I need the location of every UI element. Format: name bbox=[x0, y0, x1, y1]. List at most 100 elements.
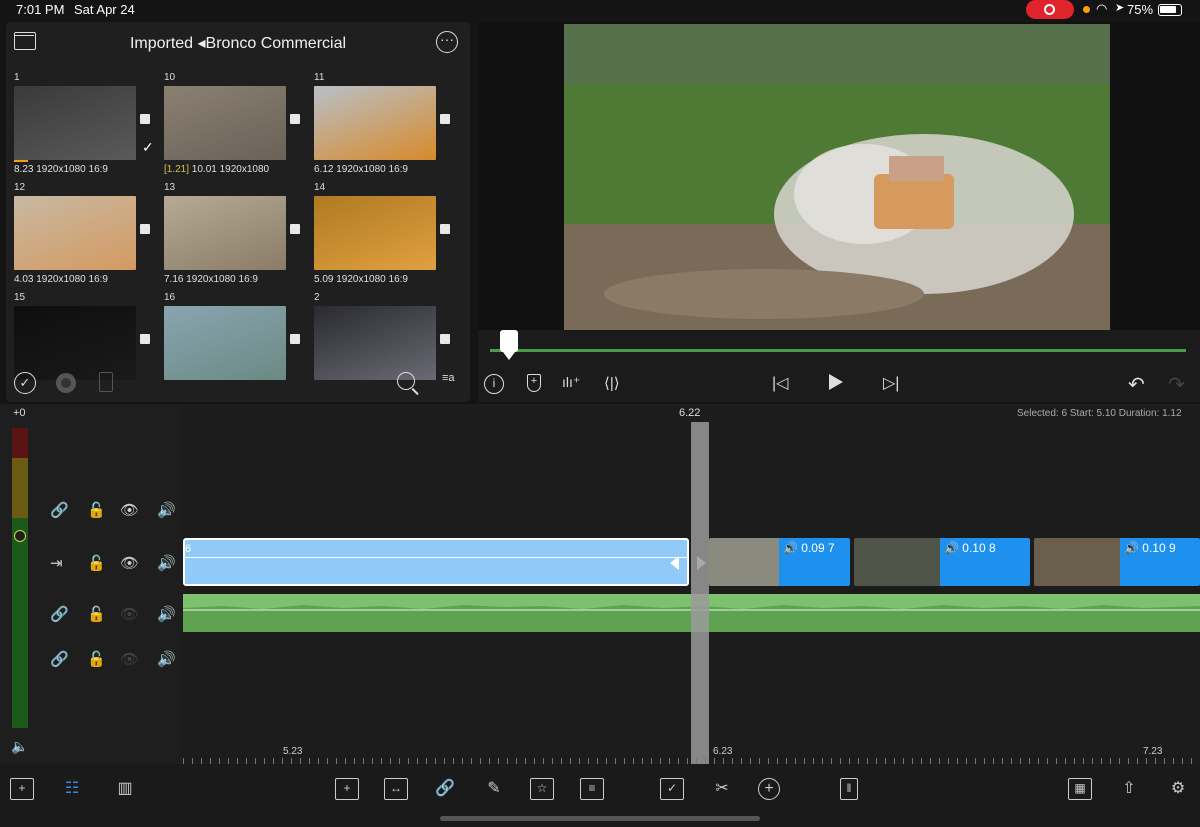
ruler-label: 5.23 bbox=[283, 746, 303, 757]
audio-clip-icon[interactable]: ↔ bbox=[384, 778, 408, 800]
selected-clip[interactable]: 6 bbox=[183, 538, 689, 586]
clip-number: 11 bbox=[314, 72, 325, 83]
checkmark-icon: ✓ bbox=[142, 139, 154, 155]
media-clip[interactable]: 2 bbox=[310, 292, 456, 396]
clip-info: 8.23 1920x1080 16:9 bbox=[14, 164, 108, 175]
clip-thumbnail bbox=[314, 196, 436, 270]
clip-info: 4.03 1920x1080 16:9 bbox=[14, 274, 108, 285]
link-tool-icon[interactable]: 🔗 bbox=[433, 778, 457, 800]
clip-type-icon bbox=[140, 114, 150, 124]
share-icon[interactable]: ⇧ bbox=[1117, 778, 1141, 800]
lock-icon[interactable]: 🔓 bbox=[87, 605, 106, 623]
skip-back-icon[interactable]: |◁ bbox=[772, 373, 788, 393]
add-audio-icon[interactable]: ılı⁺ bbox=[562, 374, 580, 391]
clip-type-icon bbox=[440, 114, 450, 124]
info-icon[interactable]: i bbox=[484, 374, 504, 394]
import-icon[interactable]: + bbox=[10, 778, 34, 800]
timeline-playhead[interactable] bbox=[691, 422, 709, 764]
link-icon[interactable]: 🔗 bbox=[50, 650, 69, 668]
clip-info: 5.09 1920x1080 16:9 bbox=[314, 274, 408, 285]
redo-icon[interactable]: ↷ bbox=[1168, 372, 1185, 397]
delete-icon[interactable]: ‖ bbox=[840, 778, 858, 800]
trim-left-handle[interactable] bbox=[670, 556, 679, 570]
add-icon[interactable]: + bbox=[758, 778, 780, 800]
clip-number: 12 bbox=[14, 182, 26, 193]
eye-icon[interactable]: 👁 bbox=[120, 650, 139, 668]
speaker-icon[interactable]: 🔊 bbox=[157, 501, 176, 519]
clipboard-icon[interactable]: ≡ bbox=[580, 778, 604, 800]
clip-type-icon bbox=[140, 334, 150, 344]
speaker-icon[interactable]: 🔊 bbox=[157, 650, 176, 668]
viewer-playhead[interactable] bbox=[500, 330, 518, 360]
link-icon[interactable]: 🔗 bbox=[50, 501, 69, 519]
clip-tag: 🔊 0.10 8 bbox=[944, 541, 996, 555]
battery-percent: 75% bbox=[1127, 2, 1154, 17]
timeline-clip[interactable]: 🔊 0.10 8 bbox=[854, 538, 1030, 586]
search-icon[interactable] bbox=[397, 372, 415, 390]
eye-icon[interactable]: 👁 bbox=[120, 554, 139, 572]
wifi-icon: ◠ bbox=[1096, 1, 1108, 16]
select-tool-icon[interactable]: ✓ bbox=[660, 778, 684, 800]
lock-icon[interactable]: 🔓 bbox=[87, 650, 106, 668]
split-icon[interactable]: ⟨|⟩ bbox=[604, 374, 620, 392]
media-clip[interactable]: 1 ✓ 8.23 1920x1080 16:9 bbox=[10, 72, 156, 176]
record-voiceover-icon[interactable] bbox=[56, 373, 76, 393]
media-clip[interactable]: 14 5.09 1920x1080 16:9 bbox=[310, 182, 456, 286]
playhead-time: 6.22 bbox=[679, 407, 701, 419]
status-date: Sat Apr 24 bbox=[74, 2, 135, 17]
select-check-icon[interactable]: ✓ bbox=[14, 372, 36, 394]
scissors-icon[interactable]: ✂ bbox=[710, 778, 734, 800]
browser-title[interactable]: Imported ◂Bronco Commercial bbox=[6, 33, 470, 53]
add-marker-icon[interactable]: + bbox=[527, 374, 541, 392]
skip-forward-icon[interactable]: ▷| bbox=[883, 373, 899, 393]
clip-meta: 6.12 1920x1080 16:9 bbox=[314, 164, 408, 175]
clip-type-icon bbox=[290, 114, 300, 124]
media-clip[interactable]: 12 4.03 1920x1080 16:9 bbox=[10, 182, 156, 286]
trash-icon[interactable] bbox=[99, 372, 113, 392]
media-clip[interactable]: 10 [1.21] 10.01 1920x1080 bbox=[160, 72, 306, 176]
speaker-icon[interactable]: 🔊 bbox=[157, 605, 176, 623]
browser-header: Imported ◂Bronco Commercial ··· bbox=[6, 22, 470, 64]
media-clip[interactable]: 16 bbox=[160, 292, 306, 396]
speaker-icon[interactable]: 🔊 bbox=[157, 554, 176, 572]
play-icon[interactable] bbox=[829, 374, 843, 390]
master-speaker-icon[interactable]: 🔈 bbox=[11, 738, 28, 755]
timeline-clip[interactable]: 🔊 0.09 7 bbox=[709, 538, 850, 586]
sort-icon[interactable]: ≡a bbox=[442, 372, 464, 394]
clip-info: 7.16 1920x1080 16:9 bbox=[164, 274, 258, 285]
media-clip[interactable]: 11 6.12 1920x1080 16:9 bbox=[310, 72, 456, 176]
clip-thumbnail bbox=[164, 196, 286, 270]
clip-number: 10 bbox=[164, 72, 176, 83]
undo-icon[interactable]: ↶ bbox=[1128, 372, 1145, 397]
favorite-icon[interactable]: ☆ bbox=[530, 778, 554, 800]
clip-type-icon bbox=[290, 224, 300, 234]
clip-thumbnail bbox=[14, 86, 136, 160]
volume-line[interactable] bbox=[185, 557, 687, 558]
preview-frame[interactable] bbox=[564, 24, 1110, 330]
clip-thumbnail bbox=[14, 196, 136, 270]
master-volume-knob[interactable] bbox=[14, 530, 26, 542]
pencil-icon[interactable]: ✎ bbox=[482, 778, 506, 800]
clip-type-icon bbox=[140, 224, 150, 234]
eye-icon[interactable]: 👁 bbox=[120, 605, 139, 623]
list-view-icon[interactable]: ☷ bbox=[60, 778, 84, 800]
settings-icon[interactable]: ⚙ bbox=[1166, 778, 1190, 800]
layout-icon[interactable]: ▦ bbox=[1068, 778, 1092, 800]
clip-meta: [1.21] 10.01 1920x1080 bbox=[164, 164, 269, 175]
more-options-icon[interactable]: ··· bbox=[436, 31, 458, 53]
clip-type-icon bbox=[440, 224, 450, 234]
status-bar: 7:01 PM Sat Apr 24 ◠ ➤ 75% bbox=[0, 0, 1200, 20]
eye-icon[interactable]: 👁 bbox=[120, 501, 139, 519]
add-title-icon[interactable]: + bbox=[335, 778, 359, 800]
timeline-clip[interactable]: 🔊 0.10 9 bbox=[1034, 538, 1200, 586]
lock-icon[interactable]: 🔓 bbox=[87, 501, 106, 519]
arrow-in-icon[interactable]: ⇥ bbox=[50, 554, 63, 572]
clip-thumbnail bbox=[709, 538, 779, 586]
scrub-track[interactable] bbox=[490, 349, 1186, 352]
filmstrip-view-icon[interactable]: ▥ bbox=[113, 778, 137, 800]
media-clip[interactable]: 13 7.16 1920x1080 16:9 bbox=[160, 182, 306, 286]
lock-icon[interactable]: 🔓 bbox=[87, 554, 106, 572]
link-icon[interactable]: 🔗 bbox=[50, 605, 69, 623]
clip-number: 2 bbox=[314, 292, 320, 303]
screen-record-indicator[interactable] bbox=[1026, 0, 1074, 19]
